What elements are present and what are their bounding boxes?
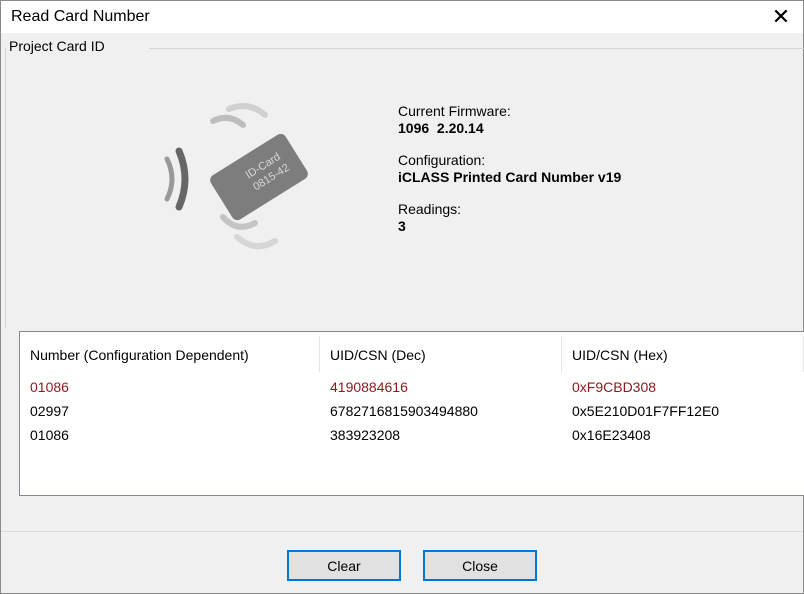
firmware-value: 1096 2.20.14 <box>398 120 484 136</box>
window-title: Read Card Number <box>11 8 150 25</box>
column-header-number[interactable]: Number (Configuration Dependent) <box>20 332 318 375</box>
configuration-value: iCLASS Printed Card Number v19 <box>398 169 622 185</box>
groupbox-label: Project Card ID <box>9 38 109 54</box>
reader-info: Current Firmware: 1096 2.20.14 Configura… <box>398 103 621 250</box>
cell-number: 01086 <box>30 379 69 395</box>
signal-wave-top-2 <box>226 103 268 118</box>
column-header-dec[interactable]: UID/CSN (Dec) <box>320 332 560 375</box>
footer-divider <box>1 531 803 532</box>
cell-uid-dec: 6782716815903494880 <box>330 403 478 419</box>
cell-uid-hex: 0x16E23408 <box>572 427 651 443</box>
signal-wave-left-outer <box>175 147 189 211</box>
table-header: Number (Configuration Dependent) UID/CSN… <box>20 332 804 375</box>
cell-uid-dec: 383923208 <box>330 427 401 443</box>
close-icon[interactable]: ✕ <box>759 1 803 33</box>
table-row[interactable]: 02997 6782716815903494880 0x5E210D01F7FF… <box>20 399 804 423</box>
cell-uid-hex: 0x5E210D01F7FF12E0 <box>572 403 720 419</box>
firmware-label: Current Firmware: <box>398 103 511 119</box>
readings-label: Readings: <box>398 201 462 217</box>
table-row[interactable]: 01086 4190884616 0xF9CBD308 <box>20 375 804 399</box>
readings-table[interactable]: Number (Configuration Dependent) UID/CSN… <box>19 331 804 496</box>
readings-value: 3 <box>398 218 406 234</box>
card-reader-icon: ID-Card 0815-42 <box>164 103 308 250</box>
clear-button[interactable]: Clear <box>287 550 401 581</box>
cell-number: 01086 <box>30 427 69 443</box>
groupbox-border-top <box>149 48 804 49</box>
cell-uid-hex: 0xF9CBD308 <box>572 379 657 395</box>
signal-wave-top-1 <box>210 114 246 128</box>
table-row[interactable]: 01086 383923208 0x16E23408 <box>20 423 804 447</box>
id-card-shape <box>210 133 308 221</box>
groupbox-border-left <box>5 48 6 328</box>
signal-wave-left-inner <box>164 156 175 202</box>
column-header-hex[interactable]: UID/CSN (Hex) <box>562 332 802 375</box>
read-card-dialog: Read Card Number ✕ Project Card ID ID-Ca… <box>0 0 804 594</box>
configuration-label: Configuration: <box>398 152 486 168</box>
cell-uid-dec: 4190884616 <box>330 379 408 395</box>
close-button[interactable]: Close <box>423 550 537 581</box>
signal-wave-bottom-2 <box>234 234 278 250</box>
cell-number: 02997 <box>30 403 69 419</box>
title-bar: Read Card Number ✕ <box>1 1 803 33</box>
